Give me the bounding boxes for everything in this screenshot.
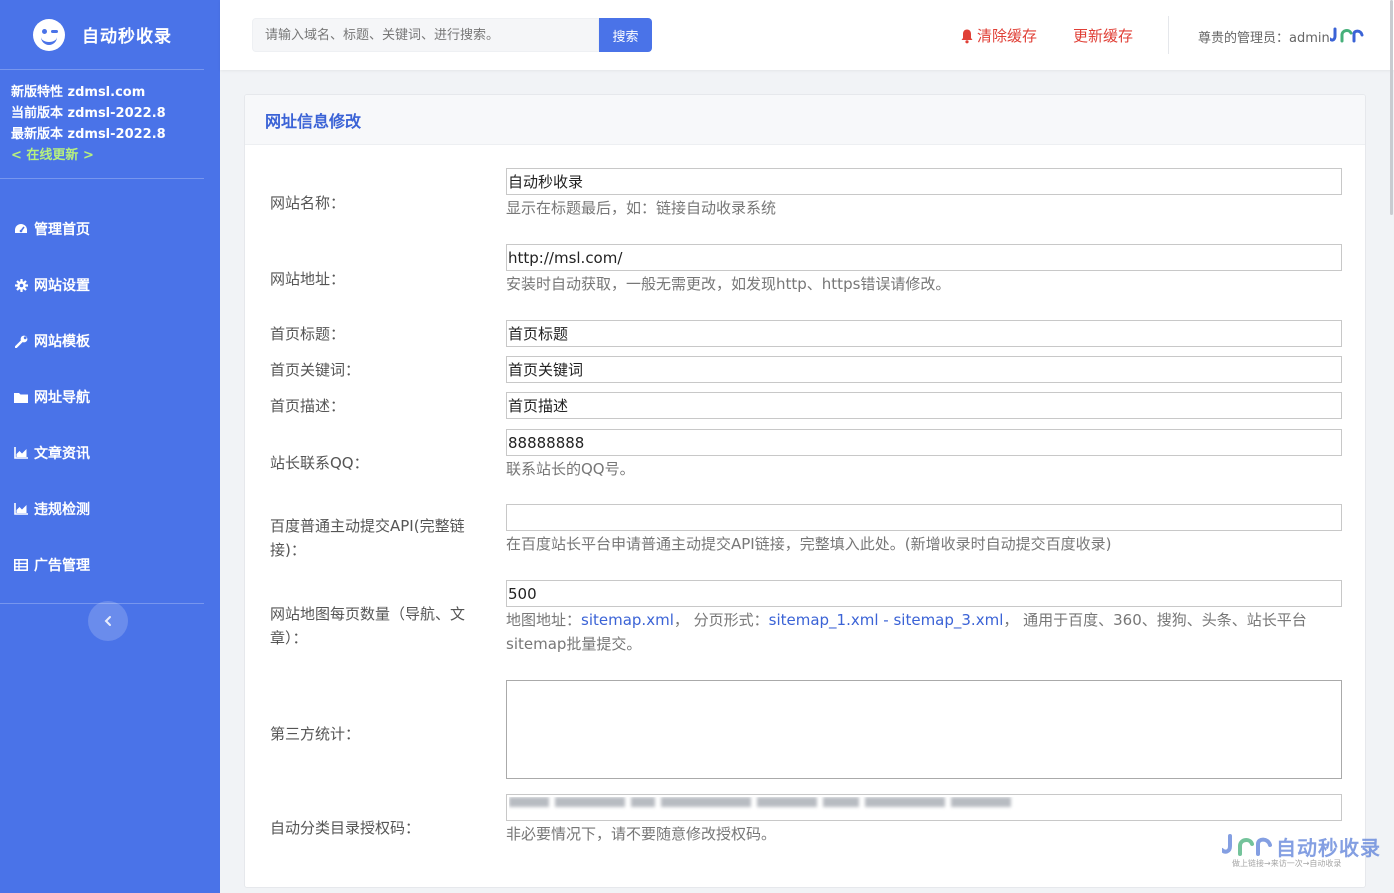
blurred-auth-code: [509, 797, 1029, 811]
home-desc-input[interactable]: [506, 392, 1342, 419]
collapse-sidebar-button[interactable]: [88, 601, 128, 641]
update-cache-button[interactable]: 更新缓存: [1073, 25, 1133, 46]
sitemap-link[interactable]: sitemap.xml: [581, 611, 674, 629]
jr-logo-icon[interactable]: [1330, 25, 1364, 45]
area-chart-icon: [13, 446, 29, 460]
home-title-input[interactable]: [506, 320, 1342, 347]
sidebar-nav: 管理首页 网站设置 网站模板 网址导航 文章资讯 违规检测 广告管理: [0, 179, 204, 604]
watermark-subtext: 做上链接→来访一次→自动收录: [1232, 859, 1342, 868]
new-features-link[interactable]: 新版特性 zdmsl.com: [11, 82, 204, 103]
search-bar: 搜索: [252, 18, 652, 52]
clear-cache-button[interactable]: 清除缓存: [960, 25, 1037, 46]
watermark: 自动秒收录 做上链接→来访一次→自动收录: [1222, 830, 1382, 874]
sidebar-item-ads[interactable]: 广告管理: [0, 537, 204, 593]
site-name-label: 网站名称：: [270, 194, 346, 212]
site-info-card: 网址信息修改 网站名称： 显示在标题最后，如：链接自动收录系统 网站地址： 安装…: [244, 94, 1366, 888]
sidebar-item-label: 网址导航: [34, 390, 90, 406]
sidebar-item-label: 文章资讯: [34, 446, 90, 462]
sitemap-help: 地图地址：sitemap.xml， 分页形式：sitemap_1.xml - s…: [506, 608, 1342, 656]
online-update-link[interactable]: < 在线更新 >: [11, 145, 204, 166]
topbar: 搜索 清除缓存 更新缓存 尊贵的管理员：admin: [220, 0, 1394, 70]
watermark-text: 自动秒收录: [1276, 836, 1381, 860]
sitemap-count-input[interactable]: [506, 580, 1342, 607]
latest-version: 最新版本 zdmsl-2022.8: [11, 127, 166, 142]
chevron-left-icon: [103, 611, 113, 632]
search-input[interactable]: [252, 18, 599, 52]
topbar-divider: [1168, 16, 1169, 54]
home-keywords-label: 首页关键词：: [270, 361, 361, 379]
sidebar-item-site-settings[interactable]: 网站设置: [0, 257, 204, 313]
wrench-icon: [13, 334, 29, 348]
dashboard-icon: [13, 222, 29, 236]
brand[interactable]: 自动秒收录: [0, 0, 204, 70]
sidebar: 自动秒收录 新版特性 zdmsl.com 当前版本 zdmsl-2022.8 最…: [0, 0, 220, 893]
sidebar-item-label: 网站模板: [34, 334, 90, 350]
scrollbar-thumb[interactable]: [1390, 0, 1393, 215]
sitemap-pages-link[interactable]: sitemap_1.xml - sitemap_3.xml: [769, 611, 1004, 629]
auth-code-help: 非必要情况下，请不要随意修改授权码。: [506, 825, 777, 843]
gear-icon: [13, 278, 29, 292]
card-header: 网址信息修改: [245, 95, 1365, 145]
site-url-input[interactable]: [506, 244, 1342, 271]
sidebar-item-label: 网站设置: [34, 278, 90, 294]
site-url-label: 网站地址：: [270, 270, 346, 288]
qq-label: 站长联系QQ：: [270, 454, 369, 472]
qq-help: 联系站长的QQ号。: [506, 460, 635, 478]
bell-icon: [961, 29, 973, 43]
auth-code-input[interactable]: [506, 794, 1342, 821]
site-url-help: 安装时自动获取，一般无需更改，如发现http、https错误请修改。: [506, 275, 951, 293]
baidu-api-help: 在百度站长平台申请普通主动提交API链接，完整填入此处。(新增收录时自动提交百度…: [506, 535, 1112, 553]
clear-cache-label: 清除缓存: [977, 27, 1038, 45]
brand-name: 自动秒收录: [82, 27, 172, 47]
stats-textarea[interactable]: [506, 680, 1342, 779]
sidebar-item-nav[interactable]: 网址导航: [0, 369, 204, 425]
table-icon: [13, 558, 29, 572]
baidu-api-input[interactable]: [506, 504, 1342, 531]
home-desc-label: 首页描述：: [270, 397, 346, 415]
auth-code-label: 自动分类目录授权码：: [270, 819, 421, 837]
sidebar-item-label: 违规检测: [34, 502, 90, 518]
baidu-api-label: 百度普通主动提交API(完整链接)：: [270, 517, 465, 559]
sitemap-help-mid: ， 分页形式：: [673, 611, 769, 629]
watermark-logo-icon: [1222, 834, 1272, 856]
folder-icon: [13, 390, 29, 404]
search-button[interactable]: 搜索: [599, 18, 652, 52]
sidebar-item-templates[interactable]: 网站模板: [0, 313, 204, 369]
card-title: 网址信息修改: [265, 111, 362, 131]
sidebar-item-label: 管理首页: [34, 222, 90, 238]
version-info: 新版特性 zdmsl.com 当前版本 zdmsl-2022.8 最新版本 zd…: [0, 70, 204, 179]
sitemap-label: 网站地图每页数量（导航、文章）：: [270, 605, 466, 647]
qq-input[interactable]: [506, 429, 1342, 456]
site-name-input[interactable]: [506, 168, 1342, 195]
sitemap-help-prefix: 地图地址：: [506, 611, 582, 629]
sidebar-item-label: 广告管理: [34, 558, 90, 574]
scrollbar[interactable]: [1390, 0, 1394, 893]
area-chart-icon: [13, 502, 29, 516]
home-keywords-input[interactable]: [506, 356, 1342, 383]
current-version: 当前版本 zdmsl-2022.8: [11, 106, 166, 121]
home-title-label: 首页标题：: [270, 325, 346, 343]
sidebar-item-articles[interactable]: 文章资讯: [0, 425, 204, 481]
admin-greeting: 尊贵的管理员：admin: [1198, 31, 1330, 46]
update-cache-label: 更新缓存: [1073, 27, 1134, 45]
sidebar-item-dashboard[interactable]: 管理首页: [0, 201, 204, 257]
sidebar-item-violations[interactable]: 违规检测: [0, 481, 204, 537]
stats-label: 第三方统计：: [270, 725, 361, 743]
site-name-help: 显示在标题最后，如：链接自动收录系统: [506, 199, 777, 217]
smiley-logo-icon: [33, 18, 65, 51]
